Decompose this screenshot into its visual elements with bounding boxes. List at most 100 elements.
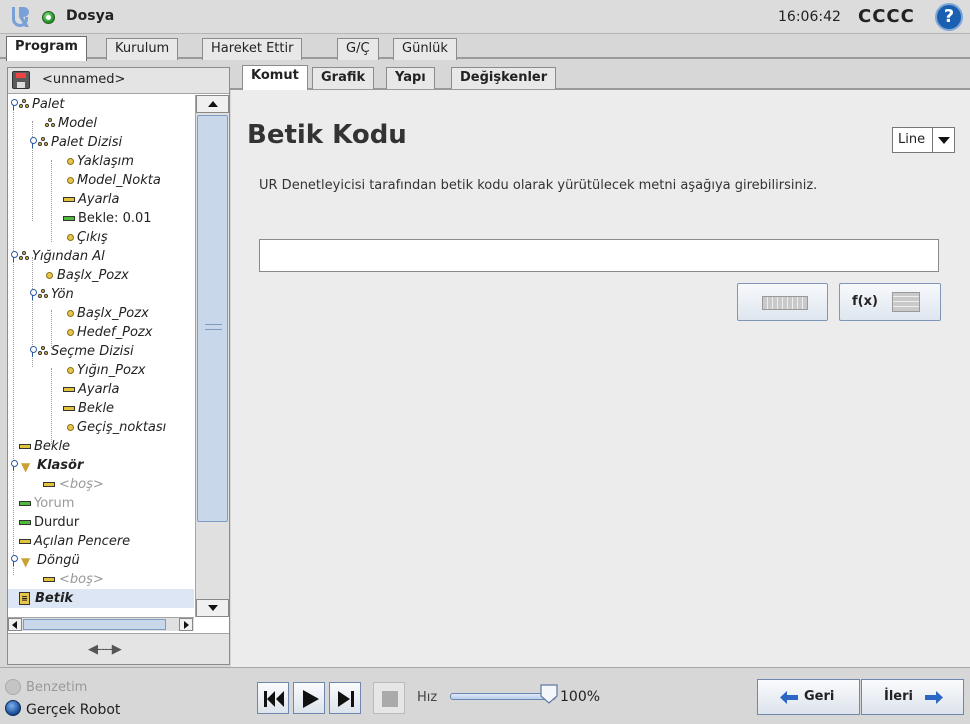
tree-item-wait-3[interactable]: Bekle (8, 437, 194, 456)
rewind-button[interactable] (257, 682, 289, 714)
tree-item-model[interactable]: Model (8, 114, 194, 133)
scroll-up-icon[interactable] (196, 95, 229, 113)
tab-installation[interactable]: Kurulum (106, 38, 179, 60)
simulation-radio[interactable] (5, 679, 21, 695)
tree-item-label: Başlx_Pozx (57, 268, 129, 283)
tree-vertical-scrollbar[interactable] (195, 95, 229, 617)
expander-icon[interactable] (29, 137, 37, 148)
tree-item-label: Ayarla (78, 192, 120, 207)
tree-horizontal-scrollbar[interactable] (8, 617, 194, 631)
script-mode-value: Line (898, 132, 926, 147)
expander-icon[interactable] (10, 251, 18, 262)
tree-item-empty[interactable]: <boş> (8, 475, 194, 494)
tree-item-label: Ayarla (78, 382, 120, 397)
tree-item-exit[interactable]: Çıkış (8, 228, 194, 247)
real-robot-radio[interactable] (5, 700, 21, 716)
expander-icon[interactable] (29, 346, 37, 357)
panel-resize-handle[interactable]: ◀----▶ (8, 633, 229, 664)
tree-item-loop[interactable]: ▼ Döngü (8, 551, 194, 570)
script-code-input[interactable] (259, 239, 939, 272)
tab-variables[interactable]: Değişkenler (451, 67, 557, 89)
keyboard-button[interactable] (737, 283, 828, 321)
tree-item-folder[interactable]: ▼ Klasör (8, 456, 194, 475)
play-button[interactable] (293, 682, 325, 714)
keyboard-icon (762, 296, 808, 310)
tree-item-label: Bekle: 0.01 (78, 211, 152, 226)
tree-item-approach[interactable]: Yaklaşım (8, 152, 194, 171)
tree-item-set-2[interactable]: Ayarla (8, 380, 194, 399)
tab-move[interactable]: Hareket Ettir (202, 38, 303, 60)
scrollbar-thumb[interactable] (197, 115, 228, 522)
tree-item-comment[interactable]: Yorum (8, 494, 194, 513)
tree-item-label: Döngü (37, 553, 80, 568)
tree-item-halt[interactable]: Durdur (8, 513, 194, 532)
scroll-right-icon[interactable] (179, 618, 193, 631)
tree-item-label: Yığın_Pozx (77, 363, 146, 378)
tree-item-palet[interactable]: Palet (8, 95, 194, 114)
chevron-down-icon[interactable] (932, 128, 954, 152)
scroll-down-icon[interactable] (196, 599, 229, 617)
tree-item-label: Palet (32, 97, 65, 112)
script-mode-select[interactable]: Line (892, 127, 955, 153)
waypoint-icon (67, 329, 74, 336)
tree-item-destack[interactable]: Yığından Al (8, 247, 194, 266)
tree-item-script[interactable]: ≡ Betik (8, 589, 194, 608)
tree-item-label: Yaklaşım (77, 154, 134, 169)
pallet-icon (19, 99, 30, 109)
tree-item-empty-2[interactable]: <boş> (8, 570, 194, 589)
help-button[interactable]: ? (935, 3, 963, 31)
pallet-icon (45, 118, 56, 128)
tree-item-label: Bekle (34, 439, 71, 454)
expander-icon[interactable] (10, 99, 18, 110)
tab-program[interactable]: Program (6, 36, 87, 61)
back-button[interactable]: Geri (757, 679, 860, 715)
tree-item-direction[interactable]: Yön (8, 285, 194, 304)
tab-graphics[interactable]: Grafik (312, 67, 375, 89)
step-button[interactable] (329, 682, 361, 714)
waypoint-icon (67, 424, 74, 431)
scroll-left-icon[interactable] (8, 618, 22, 631)
tab-io[interactable]: G/Ç (337, 38, 379, 60)
tree-item-stack-pos[interactable]: Yığın_Pozx (8, 361, 194, 380)
save-icon[interactable] (12, 71, 30, 89)
stop-button[interactable] (373, 682, 405, 714)
tree-item-label: <boş> (59, 477, 104, 492)
tree-item-start-pos[interactable]: Başlx_Pozx (8, 266, 194, 285)
tree-item-wait-2[interactable]: Bekle (8, 399, 194, 418)
tree-item-pick-sequence[interactable]: Seçme Dizisi (8, 342, 194, 361)
file-menu[interactable]: Dosya (66, 8, 114, 24)
waypoint-icon (67, 158, 74, 165)
tab-command[interactable]: Komut (242, 65, 308, 90)
tree-item-pallet-sequence[interactable]: Palet Dizisi (8, 133, 194, 152)
pallet-icon (38, 137, 49, 147)
expander-icon[interactable] (10, 460, 18, 471)
function-editor-button[interactable]: f(x) (839, 283, 941, 321)
tree-item-target-pos[interactable]: Hedef_Pozx (8, 323, 194, 342)
pallet-icon (19, 251, 30, 261)
node-tabs: Komut Grafik Yapı Değişkenler (230, 65, 970, 90)
set-icon (63, 387, 75, 392)
resize-arrows-icon: ◀----▶ (88, 642, 122, 657)
robot-status-icon (42, 11, 55, 24)
tree-item-waypoint[interactable]: Geçiş_noktası (8, 418, 194, 437)
real-robot-label[interactable]: Gerçek Robot (26, 702, 120, 718)
speed-value: 100% (560, 689, 601, 705)
tree-item-popup[interactable]: Açılan Pencere (8, 532, 194, 551)
tree-item-model-point[interactable]: Model_Nokta (8, 171, 194, 190)
simulation-label[interactable]: Benzetim (26, 680, 87, 695)
expander-icon[interactable] (10, 555, 18, 566)
expander-icon[interactable] (29, 289, 37, 300)
speed-slider-handle[interactable] (540, 684, 558, 704)
set-icon (43, 482, 55, 487)
tree-item-label: Model (58, 116, 98, 131)
next-button[interactable]: İleri (861, 679, 964, 715)
set-icon (43, 577, 55, 582)
tab-structure[interactable]: Yapı (386, 67, 435, 89)
tree-item-label: Yorum (34, 496, 75, 511)
tree-item-wait[interactable]: Bekle: 0.01 (8, 209, 194, 228)
tree-item-start-pos-2[interactable]: Başlx_Pozx (8, 304, 194, 323)
scrollbar-thumb[interactable] (23, 619, 166, 630)
tab-log[interactable]: Günlük (393, 38, 457, 60)
tree-item-set[interactable]: Ayarla (8, 190, 194, 209)
waypoint-icon (67, 177, 74, 184)
